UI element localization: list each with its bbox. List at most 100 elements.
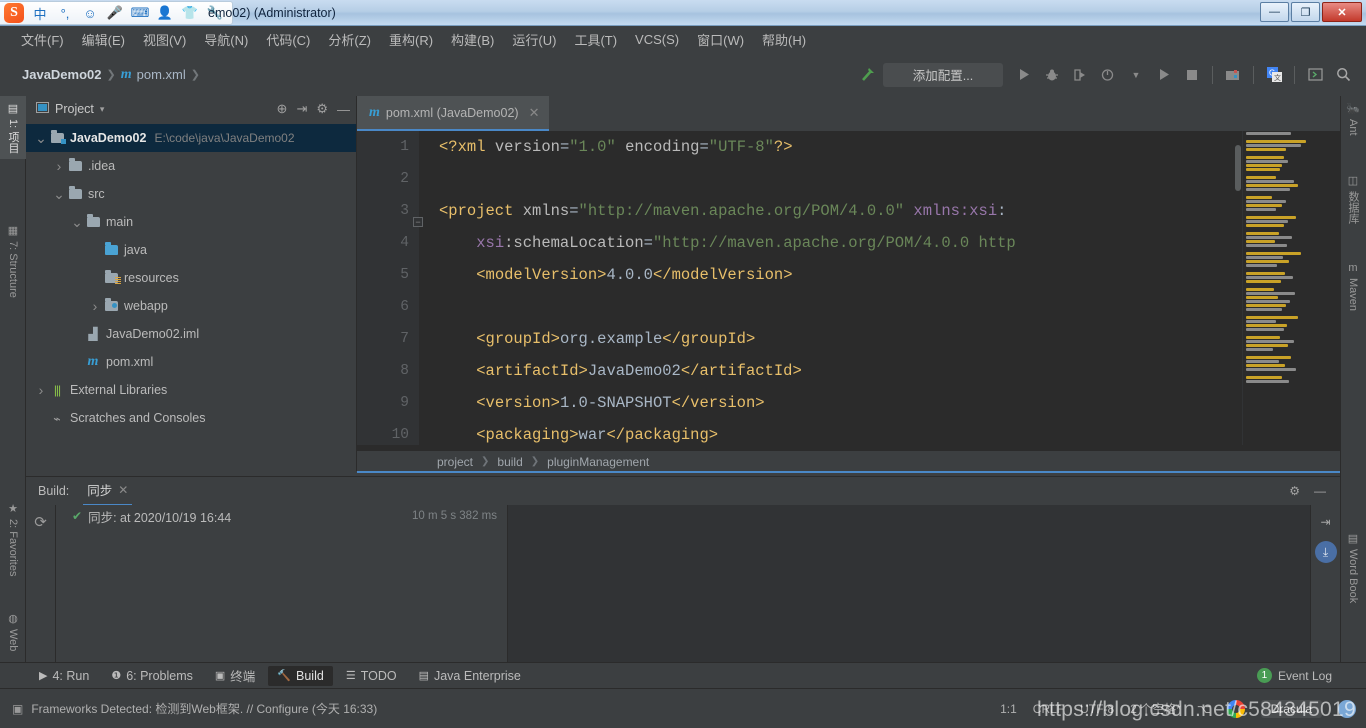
search-everywhere-icon[interactable]: [1330, 62, 1356, 88]
stop-icon[interactable]: [1179, 62, 1205, 88]
tree-node-main[interactable]: ⌄main: [26, 208, 356, 236]
build-hide-icon[interactable]: —: [1314, 484, 1326, 498]
menu-item-5[interactable]: 分析(Z): [319, 27, 380, 52]
close-build-tab-icon[interactable]: ✕: [118, 483, 128, 497]
locate-file-icon[interactable]: ⊕: [277, 101, 288, 117]
menu-item-6[interactable]: 重构(R): [380, 27, 442, 52]
editor-minimap[interactable]: [1242, 131, 1340, 445]
debug-icon[interactable]: [1039, 62, 1065, 88]
google-translate-icon[interactable]: [1227, 700, 1245, 718]
tree-node-scratches-and-consoles[interactable]: ⌁Scratches and Consoles: [26, 404, 356, 432]
chevron-right-icon[interactable]: ›: [52, 158, 66, 174]
tool-window-button-ant[interactable]: 🐜Ant: [1340, 96, 1366, 142]
code-line[interactable]: xsi:schemaLocation="http://maven.apache.…: [439, 227, 1340, 259]
caret-position[interactable]: 1:1: [1000, 702, 1017, 716]
code-content[interactable]: <?xml version="1.0" encoding="UTF-8"?> <p…: [419, 131, 1340, 445]
tool-button-java-enterprise[interactable]: ▤Java Enterprise: [410, 666, 530, 686]
file-encoding[interactable]: UTF-8: [1080, 702, 1114, 716]
ime-account-icon[interactable]: 👤: [156, 4, 174, 22]
branch-icon[interactable]: ⌥: [1197, 702, 1211, 716]
chevron-right-icon[interactable]: ›: [88, 298, 102, 314]
code-line[interactable]: <modelVersion>4.0.0</modelVersion>: [439, 259, 1340, 291]
build-results-tree[interactable]: ✔ 同步: at 2020/10/19 16:44 10 m 5 s 382 m…: [56, 505, 508, 663]
close-tab-icon[interactable]: ✕: [529, 105, 540, 121]
run-with-coverage-icon[interactable]: [1067, 62, 1093, 88]
code-line[interactable]: <groupId>org.example</groupId>: [439, 323, 1340, 355]
menu-item-4[interactable]: 代码(C): [257, 27, 319, 52]
menu-item-10[interactable]: VCS(S): [626, 29, 688, 50]
code-line[interactable]: <?xml version="1.0" encoding="UTF-8"?>: [439, 131, 1340, 163]
tool-button-4--run[interactable]: ▶4: Run: [30, 666, 98, 686]
menu-item-1[interactable]: 编辑(E): [73, 27, 134, 52]
tree-node-pom-xml[interactable]: mpom.xml: [26, 348, 356, 376]
run-configuration-selector[interactable]: 添加配置...: [883, 63, 1003, 87]
tool-window-button-7--structure[interactable]: ▦7: Structure: [0, 218, 26, 304]
line-separator[interactable]: CRLF: [1033, 702, 1064, 716]
collapse-all-icon[interactable]: ⇥: [296, 101, 307, 117]
run-icon[interactable]: [1011, 62, 1037, 88]
theme-switcher[interactable]: Dracula: [1261, 700, 1322, 718]
ime-microphone-icon[interactable]: 🎤: [106, 4, 124, 22]
tree-node--idea[interactable]: ›.idea: [26, 152, 356, 180]
status-message[interactable]: Frameworks Detected: 检测到Web框架. // Config…: [31, 700, 377, 717]
breadcrumb-project[interactable]: JavaDemo02: [22, 67, 102, 82]
chevron-right-icon[interactable]: ›: [34, 382, 48, 398]
build-result-row[interactable]: ✔ 同步: at 2020/10/19 16:44 10 m 5 s 382 m…: [56, 505, 507, 527]
sogou-logo-icon[interactable]: S: [4, 3, 24, 23]
editor-breadcrumb-project[interactable]: project: [437, 455, 473, 469]
tool-window-button-maven[interactable]: mMaven: [1340, 256, 1366, 317]
minimize-button[interactable]: —: [1260, 2, 1289, 22]
menu-item-12[interactable]: 帮助(H): [753, 27, 815, 52]
ime-punctuation-icon[interactable]: °,: [56, 4, 74, 22]
chevron-down-icon[interactable]: ▼: [1123, 62, 1149, 88]
menu-item-7[interactable]: 构建(B): [442, 27, 503, 52]
hide-panel-icon[interactable]: —: [337, 102, 350, 117]
scroll-to-end-icon[interactable]: ⤓: [1315, 541, 1337, 563]
build-settings-gear-icon[interactable]: ⚙: [1289, 484, 1300, 498]
code-editor[interactable]: 12345678910 − <?xml version="1.0" encodi…: [357, 131, 1340, 445]
tree-node-src[interactable]: ⌄src: [26, 180, 356, 208]
chevron-down-icon[interactable]: ⌄: [34, 134, 48, 142]
menu-item-11[interactable]: 窗口(W): [688, 27, 753, 52]
tool-button-6--problems[interactable]: ❶6: Problems: [102, 666, 202, 686]
tab-pom-xml[interactable]: m pom.xml (JavaDemo02) ✕: [357, 96, 549, 131]
ime-skin-icon[interactable]: 👕: [181, 4, 199, 22]
code-line[interactable]: <packaging>war</packaging>: [439, 419, 1340, 445]
indent-setting[interactable]: 2 个空格*: [1130, 700, 1181, 717]
soft-wrap-icon[interactable]: ⇥: [1320, 515, 1330, 529]
editor-breadcrumb-build[interactable]: build: [497, 455, 522, 469]
project-scope-dropdown-icon[interactable]: ▾: [100, 104, 105, 115]
tree-node-webapp[interactable]: ›webapp: [26, 292, 356, 320]
chevron-down-icon[interactable]: ⌄: [52, 190, 66, 198]
ime-keyboard-icon[interactable]: ⌨: [131, 4, 149, 22]
ime-toolbar[interactable]: S 中 °, ☺ 🎤 ⌨ 👤 👕 🔧: [0, 1, 233, 25]
code-line[interactable]: <version>1.0-SNAPSHOT</version>: [439, 387, 1340, 419]
tool-window-button----[interactable]: ◫数据库: [1340, 168, 1366, 230]
code-line[interactable]: <project xmlns="http://maven.apache.org/…: [439, 195, 1340, 227]
tool-button---[interactable]: ▣终端: [206, 663, 264, 688]
code-line[interactable]: [439, 291, 1340, 323]
run-anything-icon[interactable]: [1151, 62, 1177, 88]
close-button[interactable]: ✕: [1322, 2, 1362, 22]
tree-node-javademo02-iml[interactable]: ▟JavaDemo02.iml: [26, 320, 356, 348]
avatar[interactable]: [1338, 700, 1356, 718]
tree-node-java[interactable]: java: [26, 236, 356, 264]
menu-item-8[interactable]: 运行(U): [503, 27, 565, 52]
settings-gear-icon[interactable]: ⚙: [316, 101, 328, 117]
build-output-console[interactable]: [508, 505, 1310, 663]
tool-window-button-word-book[interactable]: ▤Word Book: [1340, 526, 1366, 609]
terminal-icon[interactable]: [1302, 62, 1328, 88]
chevron-down-icon[interactable]: ⌄: [70, 218, 84, 226]
code-line[interactable]: <artifactId>JavaDemo02</artifactId>: [439, 355, 1340, 387]
tree-node-javademo02[interactable]: ⌄JavaDemo02E:\code\java\JavaDemo02: [26, 124, 356, 152]
translate-icon[interactable]: G文: [1261, 62, 1287, 88]
editor-breadcrumb-pluginmanagement[interactable]: pluginManagement: [547, 455, 649, 469]
menu-item-3[interactable]: 导航(N): [195, 27, 257, 52]
rerun-sync-icon[interactable]: ⟳: [34, 513, 47, 531]
tree-node-resources[interactable]: resources: [26, 264, 356, 292]
tool-button-todo[interactable]: ☰TODO: [337, 666, 406, 686]
ime-emoji-icon[interactable]: ☺: [81, 4, 99, 22]
ime-chinese-icon[interactable]: 中: [31, 4, 49, 22]
tool-window-button-1----[interactable]: ▤1: 项目: [0, 96, 26, 159]
build-hammer-icon[interactable]: [855, 62, 881, 88]
